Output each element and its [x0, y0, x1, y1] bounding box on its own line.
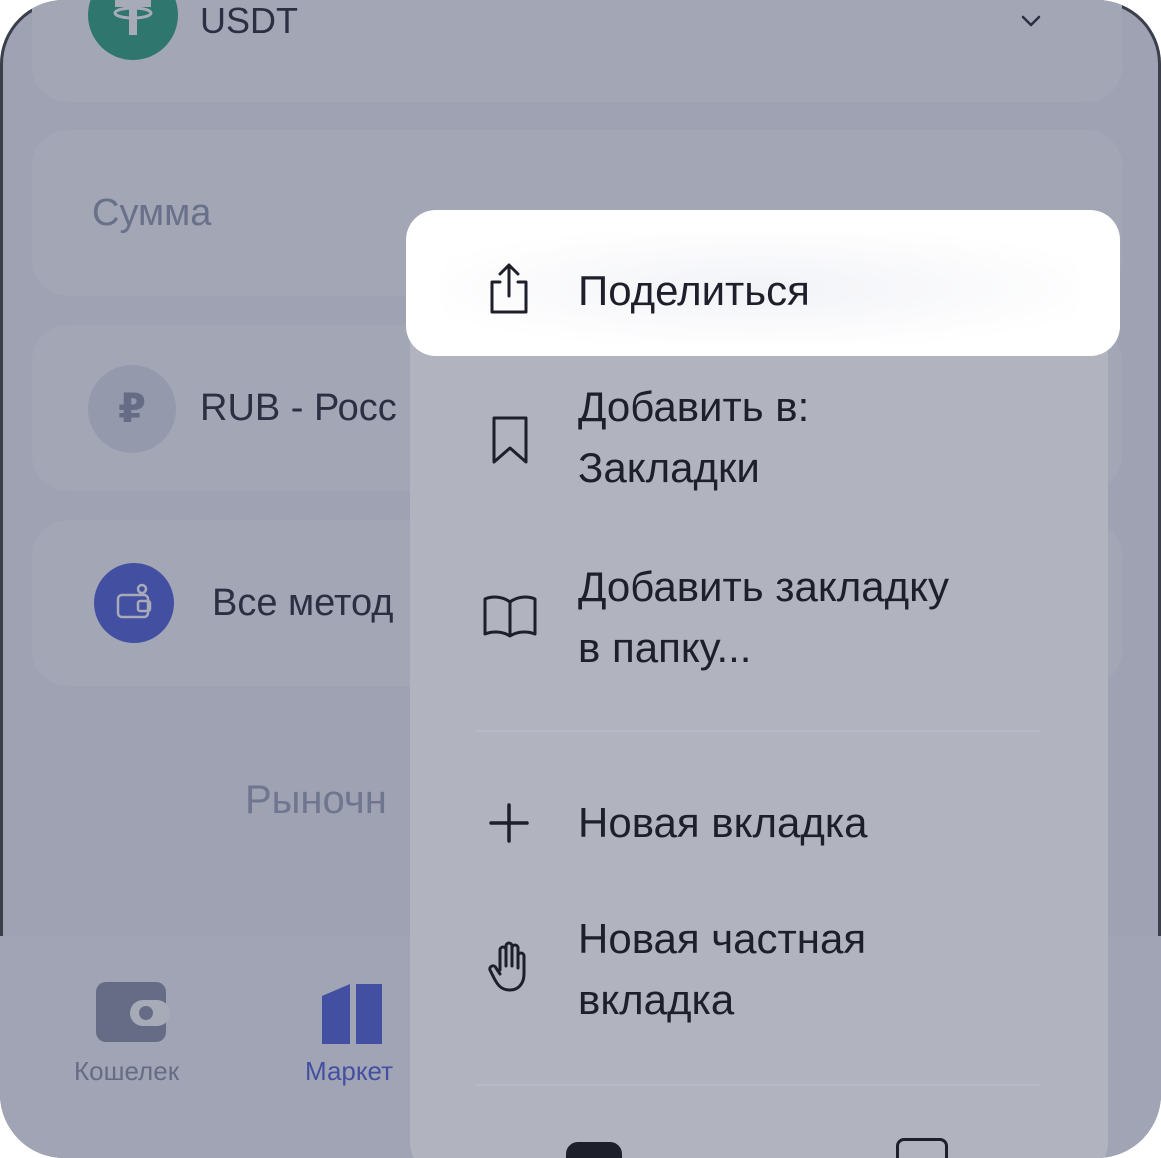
menu-label-share: Поделиться — [578, 267, 810, 314]
share-icon — [490, 263, 528, 314]
bookmark-icon — [492, 416, 528, 464]
menu-divider — [476, 730, 1040, 732]
menu-label-bookmarks-line1: Добавить в: — [578, 383, 810, 430]
app-screen: USDT Сумма ₽ RUB - Росс Все метод Рыночн — [0, 0, 1161, 1158]
menu-label-private-line1: Новая частная — [578, 915, 867, 962]
menu-item-add-bookmark-folder[interactable]: Добавить закладку в папку... — [578, 556, 949, 678]
menu-item-partial-icon — [566, 1142, 622, 1158]
menu-label-bookmarks-line2: Закладки — [578, 444, 760, 491]
menu-label-folder-line1: Добавить закладку — [578, 563, 949, 610]
menu-item-partial-tabs-icon — [896, 1138, 948, 1158]
open-book-icon — [483, 595, 537, 638]
menu-label-folder-line2: в папку... — [578, 624, 752, 671]
menu-item-new-tab[interactable]: Новая вкладка — [578, 792, 868, 853]
menu-label-private-line2: вкладка — [578, 976, 735, 1023]
plus-icon — [489, 803, 529, 843]
menu-item-new-private-tab[interactable]: Новая частная вкладка — [578, 908, 866, 1030]
menu-divider — [476, 1084, 1040, 1086]
menu-item-add-to-bookmarks[interactable]: Добавить в: Закладки — [578, 376, 809, 498]
hand-icon — [488, 941, 526, 992]
